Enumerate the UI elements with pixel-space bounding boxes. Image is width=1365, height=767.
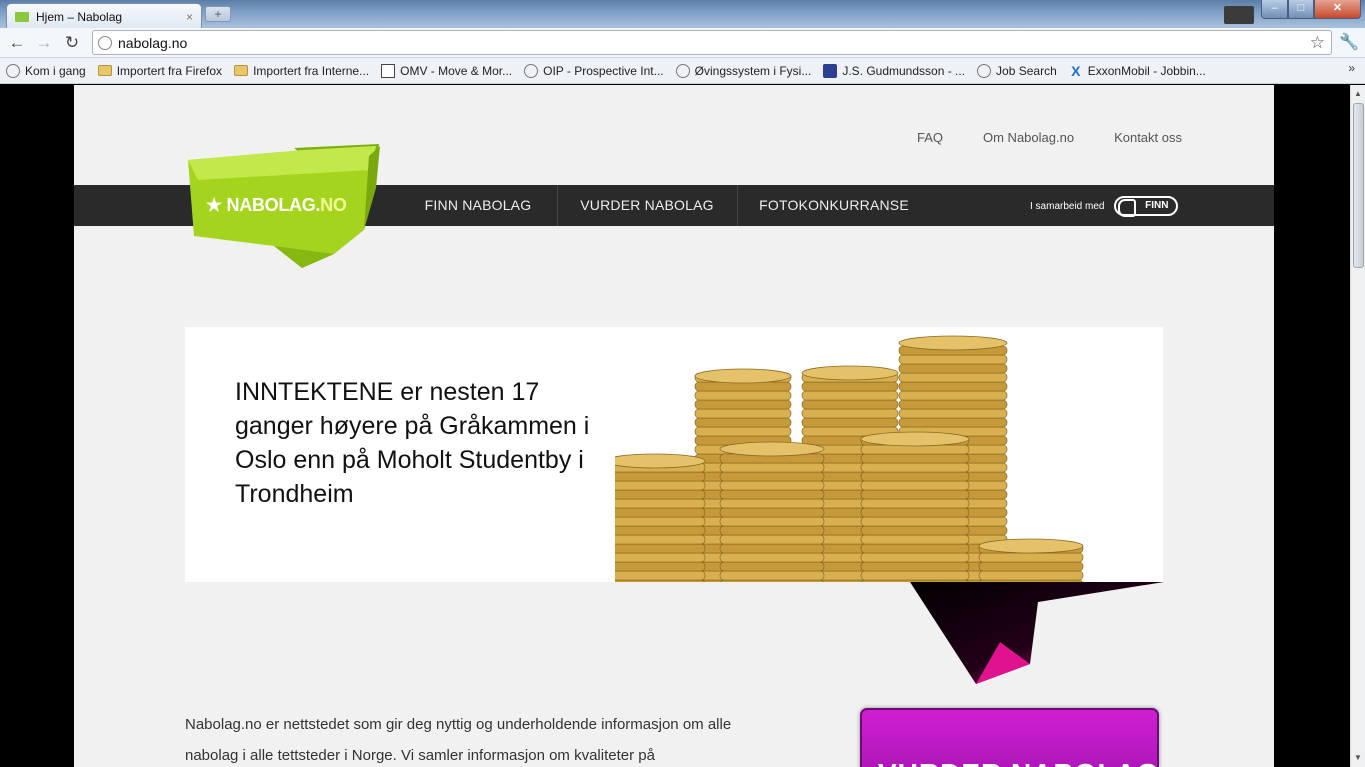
nav-fotokonkurranse[interactable]: FOTOKONKURRANSE [754,185,914,226]
bookmark-label: OMV - Move & Mor... [400,63,513,78]
new-tab-button[interactable]: + [205,6,231,22]
hero-banner[interactable]: INNTEKTENE er nesten 17 ganger høyere på… [185,327,1163,582]
bookmark-label: Importert fra Interne... [253,63,370,78]
bookmark-item[interactable]: Job Search [977,63,1057,78]
scroll-up-icon[interactable]: ▲ [1351,87,1365,101]
exxon-icon: X [1071,62,1081,79]
bookmark-label: ExxonMobil - Jobbin... [1087,63,1206,78]
scroll-thumb[interactable] [1353,103,1364,268]
partner-text: I samarbeid med [1030,200,1105,212]
profile-avatar [1224,6,1254,24]
about-link[interactable]: Om Nabolag.no [983,130,1074,145]
finn-logo[interactable]: FINN [1114,196,1179,217]
cta-label: VURDER NABOLAG [878,758,1157,767]
reload-icon[interactable]: ↻ [61,32,83,54]
nav-finn-nabolag[interactable]: FINN NABOLAG [410,185,546,226]
bookmarks-overflow-icon[interactable]: » [1348,61,1355,75]
bookmark-item[interactable]: Importert fra Firefox [97,63,223,78]
wrench-menu-icon[interactable]: 🔧 [1339,32,1359,52]
bookmark-item[interactable]: OIP - Prospective Int... [524,63,664,78]
globe-icon [524,63,539,78]
title-bar: Hjem – Nabolag × + – □ ✕ [0,0,1365,29]
page-globe-icon [98,35,112,50]
partner-block: I samarbeid med FINN [1030,196,1179,217]
bookmark-label: Importert fra Firefox [116,63,223,78]
bookmark-item[interactable]: Øvingssystem i Fysi... [675,63,812,78]
bookmark-item[interactable]: Kom i gang [6,63,86,78]
coin-stacks-image [615,335,1084,582]
nabolag-logo[interactable]: ★ NABOLAG.NO [184,128,384,273]
logo-text: ★ NABOLAG.NO [206,195,347,215]
globe-icon [675,63,690,78]
nav-divider [737,185,738,226]
scroll-down-icon[interactable]: ▼ [1351,751,1365,765]
nav-vurder-nabolag[interactable]: VURDER NABOLAG [568,185,726,226]
page-viewport: FAQ Om Nabolag.no Kontakt oss FINN NABOL… [0,85,1350,767]
address-bar[interactable]: nabolag.no ☆ [92,30,1332,55]
url-text[interactable]: nabolag.no [118,35,1310,51]
back-icon[interactable]: ← [6,32,28,54]
bookmark-item[interactable]: Importert fra Interne... [234,64,369,78]
folder-icon [97,65,112,76]
bookmarks-bar: Kom i gang Importert fra Firefox Importert… [0,58,1365,84]
globe-icon [977,63,992,78]
nav-divider [557,185,558,226]
bookmark-label: Job Search [996,63,1057,78]
bookmark-label: Øvingssystem i Fysi... [694,63,812,78]
jsg-icon [823,63,838,78]
intro-paragraph: Nabolag.no er nettstedet som gir deg nyt… [185,716,732,764]
maximize-button[interactable]: □ [1288,0,1314,19]
nabolag-favicon-icon [15,11,29,22]
faq-link[interactable]: FAQ [917,130,943,145]
top-links: FAQ Om Nabolag.no Kontakt oss [917,130,1182,145]
close-window-button[interactable]: ✕ [1314,0,1361,19]
bookmark-label: OIP - Prospective Int... [543,63,664,78]
bookmark-label: Kom i gang [25,63,86,78]
tab-close-icon[interactable]: × [186,10,193,24]
tab-title: Hjem – Nabolag [36,9,123,24]
bookmark-item[interactable]: OMV - Move & Mor... [381,63,513,78]
browser-toolbar: ← → ↻ nabolag.no ☆ 🔧 [0,28,1365,58]
forward-icon[interactable]: → [33,32,55,54]
bookmark-item[interactable]: X ExxonMobil - Jobbin... [1069,64,1206,78]
bookmark-item[interactable]: J.S. Gudmundsson - ... [823,63,966,78]
globe-icon [6,63,20,78]
bookmark-star-icon[interactable]: ☆ [1310,33,1325,53]
omv-icon [381,63,396,78]
folder-icon [234,65,249,76]
browser-tab[interactable]: Hjem – Nabolag × [6,3,202,29]
banner-headline: INNTEKTENE er nesten 17 ganger høyere på… [235,378,590,508]
vertical-scrollbar[interactable]: ▲ ▼ [1350,85,1365,767]
contact-link[interactable]: Kontakt oss [1114,130,1182,145]
vurder-nabolag-cta-button[interactable]: VURDER NABOLAG [860,708,1159,767]
minimize-button[interactable]: – [1261,0,1288,19]
bookmark-label: J.S. Gudmundsson - ... [842,63,966,78]
banner-ribbon-tail [910,582,1164,684]
page-content: FAQ Om Nabolag.no Kontakt oss FINN NABOL… [74,85,1274,767]
